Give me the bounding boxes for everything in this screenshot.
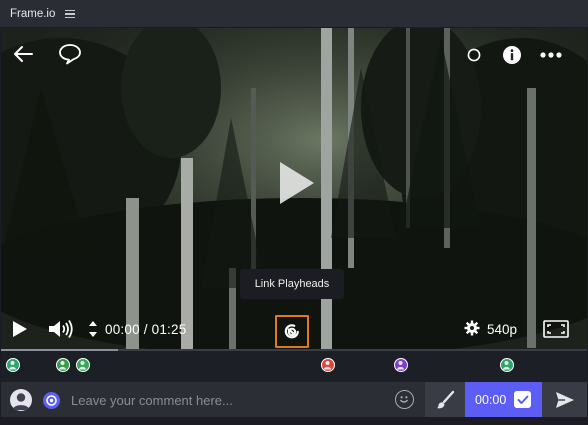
volume-icon[interactable] bbox=[47, 317, 75, 341]
comment-timeline[interactable] bbox=[1, 349, 587, 382]
link-icon bbox=[284, 323, 299, 338]
link-playheads-button[interactable] bbox=[275, 315, 309, 348]
send-icon bbox=[555, 391, 574, 408]
emoji-icon[interactable] bbox=[395, 390, 414, 409]
hamburger-menu-icon[interactable] bbox=[65, 9, 76, 18]
play-icon[interactable] bbox=[10, 318, 30, 340]
window-bottom-edge bbox=[0, 417, 588, 425]
circle-icon[interactable] bbox=[464, 45, 484, 65]
app-title: Frame.io bbox=[10, 7, 56, 20]
timestamp-value: 00:00 bbox=[475, 392, 507, 407]
timecode-display[interactable]: 00:00 / 01:25 bbox=[105, 322, 186, 337]
back-arrow-icon[interactable] bbox=[12, 44, 34, 64]
comment-marker-avatar-icon[interactable] bbox=[56, 358, 70, 372]
settings-gear-icon[interactable] bbox=[463, 319, 481, 337]
comment-bubble-icon[interactable] bbox=[57, 42, 83, 66]
comment-marker-avatar-icon[interactable] bbox=[394, 358, 408, 372]
progress-fill bbox=[1, 349, 119, 351]
timecode-stepper-icon[interactable] bbox=[87, 319, 99, 339]
brush-icon bbox=[436, 390, 455, 408]
guest-icon[interactable] bbox=[43, 392, 60, 409]
comment-marker-avatar-icon[interactable] bbox=[321, 358, 335, 372]
timestamp-toggle[interactable]: 00:00 bbox=[465, 382, 542, 417]
more-options-icon[interactable] bbox=[539, 46, 563, 64]
draw-brush-button[interactable] bbox=[425, 382, 465, 417]
comment-marker-avatar-icon[interactable] bbox=[76, 358, 90, 372]
comment-bar: 00:00 bbox=[1, 382, 587, 417]
info-icon[interactable] bbox=[501, 44, 523, 66]
large-play-icon[interactable] bbox=[273, 158, 319, 208]
checkbox-checked-icon[interactable] bbox=[514, 391, 532, 408]
comment-input[interactable] bbox=[71, 390, 381, 410]
video-viewer[interactable]: Link Playheads 00:00 / 01:25 540p bbox=[1, 28, 587, 349]
comment-marker-avatar-icon[interactable] bbox=[6, 358, 20, 372]
quality-selector[interactable]: 540p bbox=[487, 322, 517, 337]
title-bar: Frame.io bbox=[0, 0, 588, 28]
link-playheads-tooltip: Link Playheads bbox=[240, 269, 344, 299]
comment-marker-avatar-icon[interactable] bbox=[500, 358, 514, 372]
send-button[interactable] bbox=[542, 382, 587, 417]
fullscreen-icon[interactable] bbox=[542, 318, 570, 340]
user-avatar[interactable] bbox=[10, 389, 32, 411]
